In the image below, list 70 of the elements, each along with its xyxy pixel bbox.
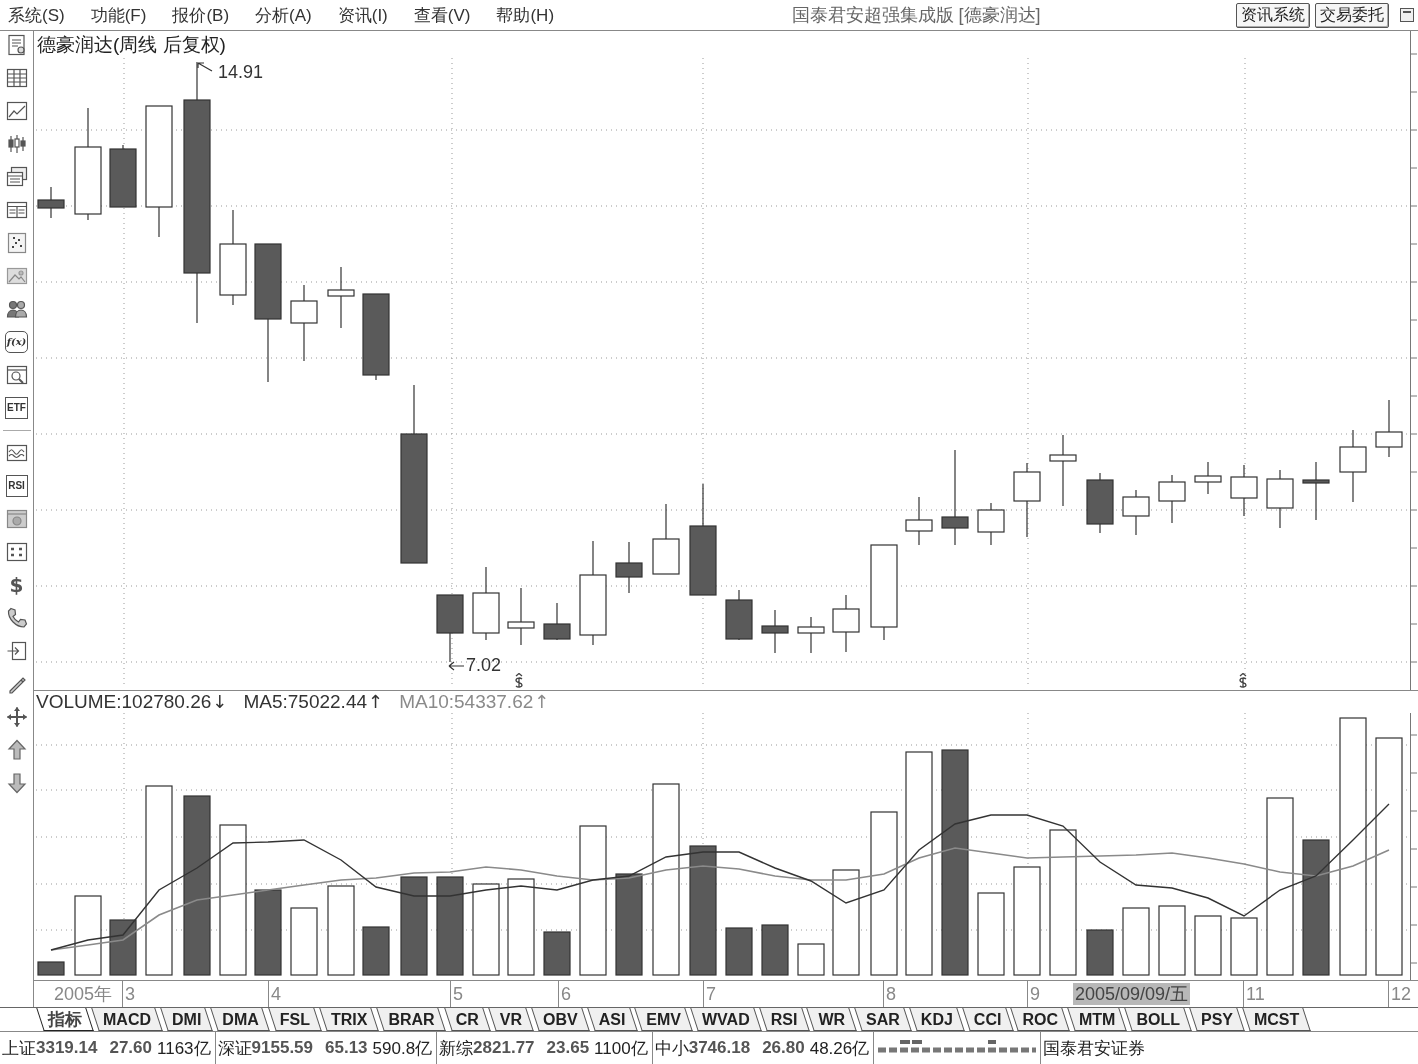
axis-label: 6: [558, 981, 571, 1007]
index-name: 深证: [217, 1037, 252, 1060]
people-icon[interactable]: [5, 298, 28, 320]
index-name: 新综: [439, 1037, 474, 1060]
index-value: 3319.14: [36, 1038, 98, 1058]
index-turnover: 1163亿: [157, 1037, 211, 1060]
indicator-tab[interactable]: MACD: [91, 1008, 163, 1031]
broker-name: 国泰君安证券: [1043, 1037, 1146, 1060]
menu-item[interactable]: 查看(V): [411, 1, 473, 29]
index-value: 2821.77: [473, 1038, 535, 1058]
move-icon[interactable]: [5, 706, 28, 728]
indicator-reading: MA10:54337.62: [399, 691, 534, 713]
index-turnover: 590.8亿: [372, 1037, 433, 1060]
menu-item[interactable]: 分析(A): [253, 1, 314, 29]
report-icon[interactable]: [5, 34, 28, 56]
wave-chart-icon[interactable]: [5, 442, 28, 464]
index-turnover: 48.26亿: [809, 1037, 870, 1060]
trend-arrow: ↑: [534, 693, 550, 711]
axis-label: 2005年: [53, 983, 113, 1006]
line-chart-icon[interactable]: [5, 100, 28, 122]
toolbar-button[interactable]: ETF: [5, 397, 28, 419]
indicator-reading: VOLUME:102780.26: [36, 691, 212, 713]
picture-window-icon[interactable]: [5, 508, 28, 530]
magnifier-window-icon[interactable]: [5, 364, 28, 386]
cursor-date-label: 2005/09/09/五: [1073, 983, 1191, 1005]
arrow-up-icon[interactable]: [5, 739, 28, 761]
index-turnover: 1100亿: [594, 1037, 648, 1060]
indicator-reading: MA5:75022.44: [243, 691, 368, 713]
table-icon[interactable]: [5, 67, 28, 89]
trend-arrow: ↑: [368, 693, 384, 711]
window-icon[interactable]: [1400, 8, 1414, 22]
menu-item[interactable]: 系统(S): [6, 1, 67, 29]
scatter-chart-icon[interactable]: [5, 232, 28, 254]
axis-label: 5: [450, 981, 463, 1007]
header-button[interactable]: 资讯系统: [1236, 2, 1310, 28]
axis-label: 12: [1388, 981, 1412, 1007]
menu-item[interactable]: 帮助(H): [494, 1, 557, 29]
index-change: 27.60: [109, 1038, 152, 1058]
menu-item[interactable]: 功能(F): [88, 1, 149, 29]
window-title: 国泰君安超强集成版 [德豪润达]: [790, 4, 1042, 27]
axis-label: 9: [1027, 981, 1040, 1007]
toolbar-button[interactable]: f(x): [4, 331, 29, 353]
dot-grid-icon[interactable]: [5, 541, 28, 563]
index-change: 26.80: [762, 1038, 805, 1058]
indicator-tab[interactable]: 指标: [36, 1008, 94, 1031]
menu-item[interactable]: 报价(B): [170, 1, 232, 29]
axis-label: 4: [268, 981, 281, 1007]
menu-item[interactable]: 资讯(I): [335, 1, 390, 29]
trend-arrow: ↓: [212, 693, 228, 711]
picture-icon[interactable]: [5, 265, 28, 287]
toolbar-button[interactable]: RSI: [5, 475, 28, 497]
axis-label: 7: [703, 981, 716, 1007]
arrow-down-icon[interactable]: [5, 772, 28, 794]
index-value: 9155.59: [251, 1038, 313, 1058]
table-columns-icon[interactable]: [5, 199, 28, 221]
axis-label: 11: [1243, 981, 1265, 1007]
index-change: 23.65: [546, 1038, 590, 1058]
phone-handset-icon[interactable]: [5, 607, 28, 629]
box-arrow-icon[interactable]: [5, 640, 28, 662]
candlestick-icon[interactable]: [5, 133, 28, 155]
index-change: 65.13: [325, 1038, 368, 1058]
header-button[interactable]: 交易委托: [1315, 2, 1389, 28]
axis-label: 8: [883, 981, 896, 1007]
index-value: 3746.18: [688, 1038, 751, 1058]
windows-icon[interactable]: [5, 166, 28, 188]
index-name: 上证: [2, 1037, 36, 1060]
toolbar-button[interactable]: $: [5, 574, 28, 596]
axis-label: 3: [122, 981, 135, 1007]
level-blocks-icon: [876, 1040, 1037, 1056]
index-name: 中小: [654, 1037, 689, 1060]
